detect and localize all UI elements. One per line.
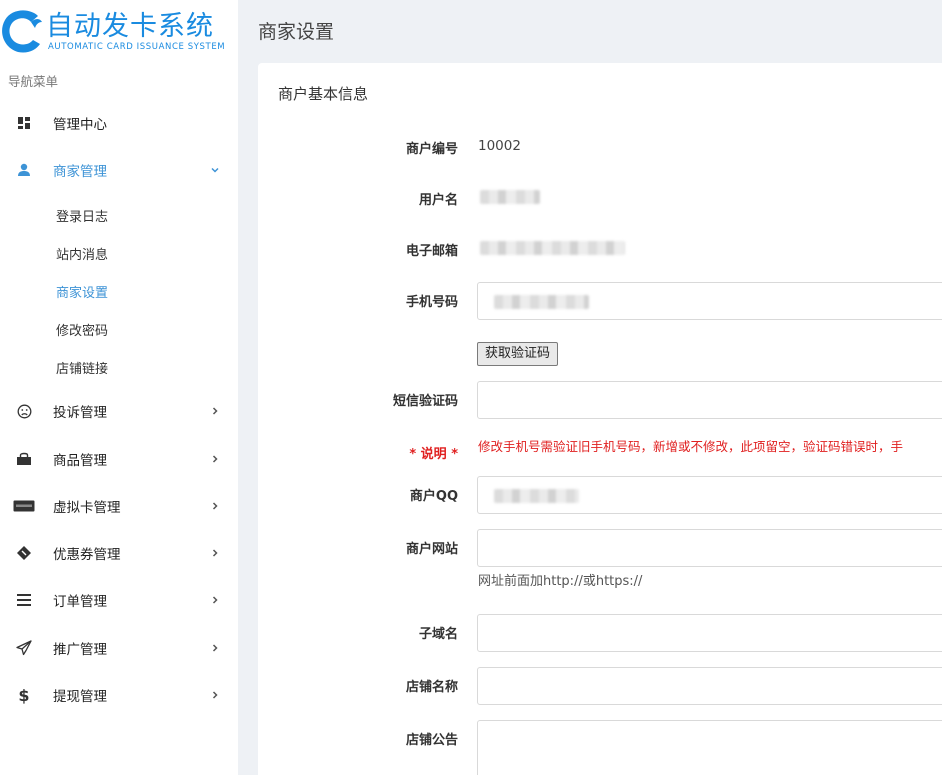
merchant-id-label: 商户编号	[405, 142, 458, 157]
dollar-icon: $	[18, 685, 30, 705]
subdomain-input[interactable]	[477, 614, 942, 652]
get-code-button[interactable]: 获取验证码	[477, 342, 559, 366]
nav-item-complaints[interactable]: 投诉管理	[0, 391, 238, 431]
logo[interactable]: 自动发卡系统 AUTOMATIC CARD ISSUANCE SYSTEM	[0, 0, 238, 64]
chevron-down-icon	[209, 164, 221, 176]
logo-mark-icon	[2, 10, 42, 53]
sms-code-label: 短信验证码	[392, 394, 458, 409]
list-icon	[15, 591, 33, 609]
email-value-redacted	[480, 241, 625, 255]
chevron-right-icon	[209, 594, 221, 606]
subdomain-label: 子域名	[418, 627, 458, 642]
ticket-icon	[15, 544, 33, 562]
card-title: 商户基本信息	[278, 85, 369, 103]
frown-icon	[15, 402, 33, 420]
website-input[interactable]	[477, 529, 942, 567]
qq-value-redacted	[494, 489, 579, 503]
phone-value-redacted	[494, 295, 589, 309]
nav-label: 管理中心	[53, 117, 107, 133]
phone-label: 手机号码	[405, 295, 458, 310]
nav-item-virtual-cards[interactable]: 虚拟卡管理	[0, 486, 238, 526]
nav-item-products[interactable]: 商品管理	[0, 439, 238, 479]
card-icon	[13, 497, 35, 515]
nav-item-withdraw[interactable]: $ 提现管理	[0, 675, 238, 715]
brand-title: 自动发卡系统	[46, 11, 214, 42]
phone-input[interactable]	[477, 282, 942, 320]
header: 商家设置	[238, 0, 942, 58]
nav-label: 订单管理	[53, 594, 107, 610]
brand-subtitle: AUTOMATIC CARD ISSUANCE SYSTEM	[48, 42, 226, 52]
nav-label: 优惠券管理	[53, 547, 121, 563]
nav-caption: 导航菜单	[8, 74, 59, 89]
nav-item-coupons[interactable]: 优惠券管理	[0, 533, 238, 573]
nav-label: 虚拟卡管理	[53, 500, 121, 516]
settings-card: 商户基本信息 商户编号 10002 用户名 电子邮箱 手机号码 获取验证码 短信…	[258, 63, 942, 775]
chevron-right-icon	[209, 642, 221, 654]
page-title: 商家设置	[258, 21, 335, 43]
website-help-text: 网址前面加http://或https://	[478, 574, 643, 589]
chevron-right-icon	[209, 500, 221, 512]
sub-item-shop-link[interactable]: 店铺链接	[56, 358, 108, 377]
website-label: 商户网站	[405, 542, 458, 557]
shop-notice-label: 店铺公告	[405, 733, 458, 748]
email-label: 电子邮箱	[405, 244, 458, 259]
dashboard-icon	[15, 114, 33, 132]
sub-item-messages[interactable]: 站内消息	[56, 244, 108, 263]
chevron-right-icon	[209, 453, 221, 465]
paper-plane-icon	[15, 639, 33, 657]
shop-name-label: 店铺名称	[405, 680, 458, 695]
chevron-right-icon	[209, 547, 221, 559]
nav-label: 推广管理	[53, 642, 107, 658]
qq-input[interactable]	[477, 476, 942, 514]
nav-item-promotion[interactable]: 推广管理	[0, 628, 238, 668]
sub-item-login-log[interactable]: 登录日志	[56, 206, 108, 225]
username-label: 用户名	[418, 193, 458, 208]
nav-item-merchant[interactable]: 商家管理	[0, 150, 238, 190]
nav-label: 商家管理	[53, 164, 107, 180]
nav-label: 投诉管理	[53, 405, 107, 421]
merchant-id-value: 10002	[478, 138, 521, 154]
sidebar: 自动发卡系统 AUTOMATIC CARD ISSUANCE SYSTEM 导航…	[0, 0, 238, 775]
chevron-right-icon	[209, 405, 221, 417]
nav-item-orders[interactable]: 订单管理	[0, 580, 238, 620]
note-text: 修改手机号需验证旧手机号码，新增或不修改，此项留空，验证码错误时，手	[478, 439, 904, 454]
chevron-right-icon	[209, 689, 221, 701]
nav-item-dashboard[interactable]: 管理中心	[0, 103, 238, 143]
shopping-bag-icon	[15, 450, 33, 468]
user-icon	[15, 161, 33, 179]
qq-label: 商户QQ	[409, 489, 458, 504]
nav-label: 提现管理	[53, 689, 107, 705]
sub-item-change-password[interactable]: 修改密码	[56, 320, 108, 339]
shop-name-input[interactable]	[477, 667, 942, 705]
nav-label: 商品管理	[53, 453, 107, 469]
username-value-redacted	[480, 190, 540, 204]
sub-item-merchant-settings[interactable]: 商家设置	[56, 282, 108, 301]
sms-code-input[interactable]	[477, 381, 942, 419]
note-label: * 说明 *	[409, 447, 458, 462]
shop-notice-textarea[interactable]	[477, 720, 942, 775]
